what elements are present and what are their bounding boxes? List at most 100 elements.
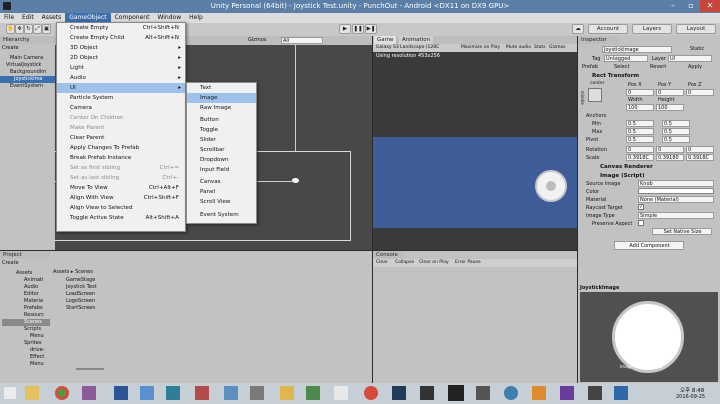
maximize-button[interactable]: ▫ [682,0,700,12]
color-swatch[interactable] [638,188,714,194]
scene-file[interactable]: GameStage [56,277,106,284]
tab-game[interactable]: Game [374,36,397,44]
hierarchy-item[interactable]: EventSystem [0,83,55,90]
max-x-field[interactable]: 0.5 [626,128,654,135]
project-folder[interactable]: Menu [2,333,50,340]
hierarchy-item-selected[interactable]: JoystickIma [0,76,55,83]
hierarchy-create-button[interactable]: Create [2,45,19,51]
app-icon[interactable] [224,386,238,400]
rect-tool-button[interactable]: ▣ [42,24,51,34]
scene-file[interactable]: Joystick Test [56,284,106,291]
breadcrumb-assets[interactable]: Assets [53,269,69,275]
app-icon[interactable] [420,386,434,400]
project-tab[interactable]: Project [0,251,50,259]
minimize-button[interactable]: – [664,0,682,12]
submenu-button[interactable]: Button [187,115,256,125]
menu-toggle-active-state[interactable]: Toggle Active State Alt+Shift+A [57,213,185,223]
project-folder-selected[interactable]: Scenes [2,319,50,326]
tab-animation[interactable]: Animation [399,36,434,44]
app-icon[interactable] [166,386,180,400]
set-native-size-button[interactable]: Set Native Size [652,228,712,235]
rect-transform-header[interactable]: Rect Transform [592,73,639,79]
menu-move-to-view[interactable]: Move To View Ctrl+Alt+F [57,183,185,193]
menu-help[interactable]: Help [185,13,207,23]
app-icon[interactable] [140,386,154,400]
menu-audio[interactable]: Audio ▸ [57,73,185,83]
object-name-field[interactable]: JoystickImage [602,46,672,53]
scene-file[interactable]: StartScreen [56,305,106,312]
static-checkbox[interactable]: Static [690,46,704,52]
menu-light[interactable]: Light ▸ [57,63,185,73]
project-folder[interactable]: Audio [2,284,50,291]
scale-tool-button[interactable]: ⤢ [33,24,42,34]
source-image-field[interactable]: Knob [638,180,714,187]
console-error-pause-button[interactable]: Error Pause [455,259,481,267]
material-field[interactable]: None (Material) [638,196,714,203]
project-folder[interactable]: Assets [2,270,50,277]
scene-file[interactable]: LogoScreen [56,298,106,305]
min-y-field[interactable]: 0.5 [662,120,690,127]
project-folder[interactable]: Editor [2,291,50,298]
explorer-icon[interactable] [280,386,294,400]
aspect-dropdown[interactable]: Galaxy S3 Landscape (128C [376,44,439,52]
prefab-apply-button[interactable]: Apply [688,64,702,70]
anchors-foldout[interactable]: Anchors [586,113,606,119]
submenu-input-field[interactable]: Input Field [187,165,256,177]
prefab-revert-button[interactable]: Revert [650,64,666,70]
word-icon[interactable] [114,386,128,400]
stats-toggle[interactable]: Stats [534,44,546,52]
console-clear-on-play-button[interactable]: Clear on Play [419,259,449,267]
windows-start-icon[interactable] [4,387,16,399]
hierarchy-item[interactable]: VirtualJoystick [0,62,55,69]
project-folder[interactable]: Effect [2,354,50,361]
pos-z-field[interactable]: 0 [686,89,714,96]
scale-z-field[interactable]: 0.3918C [686,154,714,161]
rotation-x-field[interactable]: 0 [626,146,654,153]
submenu-raw-image[interactable]: Raw Image [187,103,256,115]
submenu-image[interactable]: Image [187,93,256,103]
submenu-panel[interactable]: Panel [187,187,256,197]
visual-studio-icon[interactable] [560,386,574,400]
menu-align-with-view[interactable]: Align With View Ctrl+Shift+F [57,193,185,203]
project-folder[interactable]: Animati [2,277,50,284]
scale-x-field[interactable]: 0.3918C [626,154,654,161]
layer-dropdown[interactable]: UI [668,55,712,62]
close-button[interactable]: ✕ [700,0,720,12]
project-folder[interactable]: Menu [2,361,50,368]
submenu-slider[interactable]: Slider [187,135,256,145]
clock-time[interactable]: 오후 8:48 [680,386,704,394]
height-field[interactable]: 100 [656,104,684,111]
image-script-header[interactable]: Image (Script) [600,173,644,179]
account-dropdown[interactable]: Account [588,24,628,34]
submenu-toggle[interactable]: Toggle [187,125,256,135]
app-icon[interactable] [532,386,546,400]
rotate-tool-button[interactable]: ↻ [24,24,33,34]
min-x-field[interactable]: 0.5 [626,120,654,127]
move-tool-button[interactable]: ✥ [15,24,24,34]
menu-file[interactable]: File [0,13,18,23]
game-gizmos-dropdown[interactable]: Gizmos [549,44,566,52]
app-icon[interactable] [250,386,264,400]
menu-camera[interactable]: Camera [57,103,185,113]
menu-particle-system[interactable]: Particle System [57,93,185,103]
menu-create-empty[interactable]: Create Empty Ctrl+Shift+N [57,23,185,33]
project-folder[interactable]: Prefabs [2,305,50,312]
mute-audio-toggle[interactable]: Mute audio [506,44,531,52]
project-folder[interactable]: Sprites [2,340,50,347]
menu-apply-changes-to-prefab[interactable]: Apply Changes To Prefab [57,143,185,153]
width-field[interactable]: 100 [626,104,654,111]
joystick-knob[interactable] [535,170,567,202]
project-create-button[interactable]: Create [2,260,19,266]
project-folder[interactable]: Scripts [2,326,50,333]
pause-button[interactable]: ❚❚ [352,24,364,34]
menu-create-empty-child[interactable]: Create Empty Child Alt+Shift+N [57,33,185,43]
project-folder[interactable]: Materia [2,298,50,305]
hand-tool-button[interactable]: ✋ [6,24,15,34]
max-y-field[interactable]: 0.5 [662,128,690,135]
rotation-z-field[interactable]: 0 [686,146,714,153]
menu-break-prefab-instance[interactable]: Break Prefab Instance [57,153,185,163]
step-button[interactable]: ▶❚ [365,24,377,34]
hierarchy-tab[interactable]: Hierarchy [0,36,55,44]
layers-dropdown[interactable]: Layers [632,24,672,34]
app-icon[interactable] [476,386,490,400]
